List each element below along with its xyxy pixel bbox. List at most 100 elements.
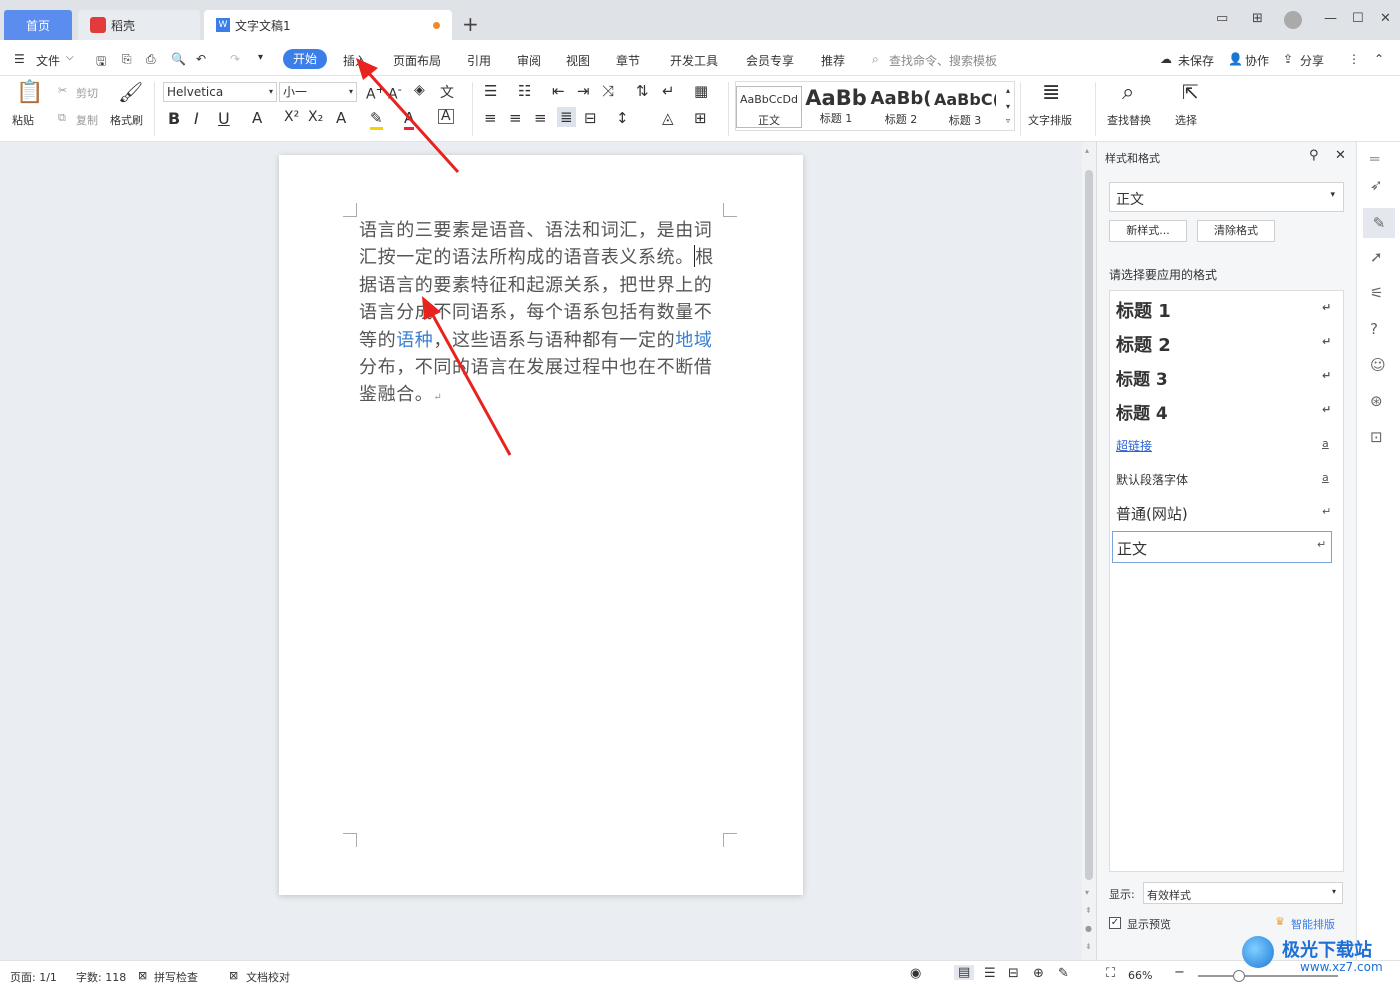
scroll-up-icon[interactable]: ▴ xyxy=(1085,146,1089,155)
menu-member[interactable]: 会员专享 xyxy=(746,52,794,69)
minimize-icon[interactable]: — xyxy=(1324,11,1337,26)
book-icon[interactable]: ⊡ xyxy=(1370,428,1383,446)
eye-icon[interactable]: ◉ xyxy=(910,966,921,981)
numbered-list-icon[interactable]: ☷ xyxy=(518,82,531,100)
outline-view-icon[interactable]: ☰ xyxy=(984,966,996,981)
menu-view[interactable]: 视图 xyxy=(566,52,590,69)
read-view-icon[interactable]: ⊟ xyxy=(1008,966,1019,981)
format-painter-button[interactable]: 格式刷 xyxy=(110,112,143,128)
select-browse-icon[interactable]: ● xyxy=(1085,924,1092,933)
write-view-icon[interactable]: ✎ xyxy=(1058,966,1069,981)
show-filter-select[interactable]: 有效样式 ▾ xyxy=(1143,882,1343,904)
save-icon[interactable]: 🖫 xyxy=(96,52,106,73)
copy-button[interactable]: 复制 xyxy=(76,112,98,128)
find-replace-button[interactable]: 查找替换 xyxy=(1107,112,1151,128)
highlight-icon[interactable]: ✎ xyxy=(370,109,383,130)
format-painter-icon[interactable]: 🖌 xyxy=(118,80,143,104)
compass-icon[interactable]: ⊛ xyxy=(1370,392,1383,410)
next-page-icon[interactable]: ⇟ xyxy=(1085,942,1092,951)
grid-icon[interactable]: ⊞ xyxy=(1252,11,1263,26)
style-heading-2[interactable]: AaBb( 标题 2 xyxy=(870,86,932,127)
text-effect-icon[interactable]: A xyxy=(336,109,346,127)
fit-page-icon[interactable]: ⛶ xyxy=(1106,966,1115,981)
paste-button[interactable]: 粘贴 xyxy=(12,112,34,128)
pin-icon[interactable]: ⚲ xyxy=(1309,148,1319,163)
panel-title[interactable]: 样式和格式 xyxy=(1105,150,1160,166)
chevron-down-icon[interactable]: ⌵ xyxy=(66,52,74,63)
align-center-icon[interactable]: ≡ xyxy=(509,109,522,127)
underline-icon[interactable]: U xyxy=(218,109,230,128)
tab-daoke[interactable]: 稻壳 xyxy=(78,10,200,40)
justify-icon[interactable]: ≣ xyxy=(557,107,576,127)
align-right-icon[interactable]: ≡ xyxy=(534,109,547,127)
avatar[interactable] xyxy=(1284,11,1302,29)
unsaved-status[interactable]: 未保存 xyxy=(1178,52,1214,69)
preview-checkbox[interactable]: ✓ xyxy=(1109,917,1121,929)
copy-icon[interactable]: ⧉ xyxy=(58,111,66,125)
style-item-h1[interactable]: 标题 1 ↵ xyxy=(1116,297,1336,323)
menu-recommend[interactable]: 推荐 xyxy=(821,52,845,69)
collapse-ribbon-icon[interactable]: ⌃ xyxy=(1374,52,1384,66)
find-icon[interactable]: ⌕ xyxy=(1122,80,1134,105)
bold-icon[interactable]: B xyxy=(168,109,180,128)
bullet-list-icon[interactable]: ☰ xyxy=(484,82,497,100)
align-left-icon[interactable]: ≡ xyxy=(484,109,497,127)
layout-icon[interactable]: ▭ xyxy=(1216,11,1228,26)
select-button[interactable]: 选择 xyxy=(1175,112,1197,128)
hamburger-icon[interactable]: ☰ xyxy=(14,52,25,66)
new-tab-icon[interactable]: + xyxy=(462,12,479,36)
clear-format-icon[interactable]: ◈ xyxy=(414,82,425,98)
table-border-icon[interactable]: ▦ xyxy=(694,82,708,100)
cursor-icon[interactable]: ➚ xyxy=(1370,248,1383,266)
undo-icon[interactable]: ↶ xyxy=(196,52,206,66)
style-item-normal[interactable]: 正文 ↵ xyxy=(1112,531,1332,563)
export-icon[interactable]: ⎘ xyxy=(122,52,132,67)
style-item-h3[interactable]: 标题 3 ↵ xyxy=(1116,365,1336,390)
font-grow-icon[interactable]: A+ xyxy=(366,82,385,103)
more-icon[interactable]: ⋮ xyxy=(1348,52,1360,66)
tab-home[interactable]: 首页 xyxy=(4,10,72,40)
style-item-default-font[interactable]: 默认段落字体 a xyxy=(1116,471,1336,488)
menu-chapter[interactable]: 章节 xyxy=(616,52,640,69)
show-marks-icon[interactable]: ↵ xyxy=(662,82,675,100)
menu-file[interactable]: 文件 xyxy=(36,52,60,69)
cut-icon[interactable]: ✂ xyxy=(58,84,67,97)
select-cursor-icon[interactable]: ⇱ xyxy=(1182,80,1199,104)
style-item-h4[interactable]: 标题 4 ↵ xyxy=(1116,399,1336,424)
borders-icon[interactable]: ⊞ xyxy=(694,109,707,127)
hyperlink-diyu[interactable]: 地域 xyxy=(675,330,712,351)
font-shrink-icon[interactable]: A- xyxy=(388,82,402,103)
style-normal[interactable]: AaBbCcDd 正文 xyxy=(736,86,802,128)
char-border-icon[interactable]: A xyxy=(438,109,454,124)
style-scroll-down-icon[interactable]: ▾ xyxy=(1006,102,1010,111)
close-icon[interactable]: ✕ xyxy=(1380,11,1391,26)
zoom-out-icon[interactable]: − xyxy=(1174,965,1185,980)
subscript-icon[interactable]: X₂ xyxy=(308,109,323,125)
outdent-icon[interactable]: ⇤ xyxy=(552,82,565,100)
font-color-icon[interactable]: A xyxy=(404,109,415,130)
text-layout-icon[interactable]: ≣ xyxy=(1042,80,1060,105)
scroll-thumb[interactable] xyxy=(1085,170,1093,880)
word-count[interactable]: 字数: 118 xyxy=(76,969,126,985)
new-style-button[interactable]: 新样式... xyxy=(1109,220,1187,242)
font-family-select[interactable]: Helvetica ▾ xyxy=(163,82,277,102)
text-layout-button[interactable]: 文字排版 xyxy=(1028,112,1072,128)
shading-icon[interactable]: ◬ xyxy=(662,109,674,127)
page-view-icon[interactable]: ▤ xyxy=(954,965,975,980)
document-body[interactable]: 语言的三要素是语音、语法和词汇，是由词汇按一定的语法所构成的语音表义系统。根据语… xyxy=(359,217,723,412)
chinese-layout-icon[interactable]: ⤨ xyxy=(602,82,614,100)
paste-icon[interactable]: 📋 xyxy=(16,80,43,105)
proofread-button[interactable]: 文档校对 xyxy=(246,969,290,985)
menu-reference[interactable]: 引用 xyxy=(467,52,491,69)
tab-document[interactable]: W 文字文稿1 xyxy=(204,10,452,40)
style-heading-1[interactable]: AaBb 标题 1 xyxy=(804,86,868,126)
preview-icon[interactable]: 🔍 xyxy=(171,52,186,66)
menu-page-layout[interactable]: 页面布局 xyxy=(393,52,441,69)
style-item-h2[interactable]: 标题 2 ↵ xyxy=(1116,331,1336,357)
indent-icon[interactable]: ⇥ xyxy=(577,82,590,100)
web-view-icon[interactable]: ⊕ xyxy=(1033,966,1044,981)
menu-review[interactable]: 审阅 xyxy=(517,52,541,69)
scroll-down-icon[interactable]: ▾ xyxy=(1085,888,1089,897)
sort-icon[interactable]: ⇅ xyxy=(636,82,649,100)
style-heading-3[interactable]: AaBbC( 标题 3 xyxy=(934,86,996,128)
